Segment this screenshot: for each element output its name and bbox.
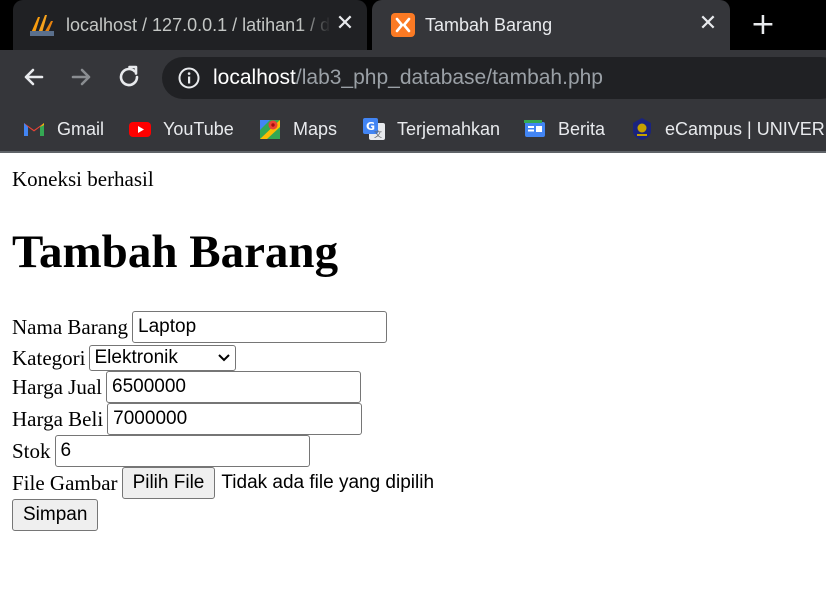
file-gambar-row: File Gambar Pilih File Tidak ada file ya… [12, 467, 434, 499]
harga-beli-label: Harga Beli [12, 406, 104, 431]
file-status-text: Tidak ada file yang dipilih [221, 472, 435, 493]
bookmark-label: Maps [293, 118, 338, 139]
bookmark-gmail[interactable]: Gmail [22, 117, 104, 141]
bookmark-ecampus[interactable]: eCampus | UNIVER... [630, 117, 826, 141]
page-title: Tambah Barang [12, 226, 339, 278]
nama-barang-input[interactable]: Laptop [132, 311, 388, 343]
new-tab-plus-icon[interactable]: + [748, 10, 778, 40]
submit-row: Simpan [12, 499, 99, 531]
bookmarks-bar: Gmail YouTube Maps G 文 Terjemahkan Berit… [0, 105, 826, 153]
bookmark-label: Gmail [57, 118, 105, 139]
harga-jual-value: 6500000 [112, 376, 186, 397]
harga-jual-row: Harga Jual 6500000 [12, 371, 361, 403]
back-arrow-icon[interactable] [20, 63, 48, 91]
news-icon [524, 120, 545, 137]
browser-toolbar: localhost/lab3_php_database/tambah.php [0, 50, 826, 105]
bookmark-label: YouTube [163, 118, 234, 139]
gmail-icon [24, 123, 44, 136]
bookmark-label: Terjemahkan [397, 118, 501, 139]
stok-value: 6 [60, 440, 72, 461]
bookmark-terjemahkan[interactable]: G 文 Terjemahkan [362, 117, 500, 141]
stok-row: Stok 6 [12, 435, 310, 467]
close-icon[interactable]: ✕ [698, 13, 718, 35]
harga-jual-input[interactable]: 6500000 [106, 371, 361, 403]
harga-jual-label: Harga Jual [12, 374, 102, 399]
chevron-down-icon [218, 354, 231, 362]
nama-barang-label: Nama Barang [12, 314, 129, 339]
bookmark-label: eCampus | UNIVER... [665, 118, 826, 139]
address-bar[interactable]: localhost/lab3_php_database/tambah.php [162, 57, 826, 99]
phpmyadmin-icon [30, 15, 54, 36]
tab-tambah-barang[interactable]: Tambah Barang ✕ [372, 0, 730, 50]
kategori-row: Kategori Elektronik [12, 345, 237, 371]
tab-strip: localhost / 127.0.0.1 / latihan1 / data_… [0, 0, 826, 50]
nama-barang-row: Nama Barang Laptop [12, 311, 388, 343]
kategori-select[interactable]: Elektronik [89, 345, 237, 371]
bookmark-label: Berita [558, 118, 606, 139]
nama-barang-value: Laptop [138, 316, 197, 337]
file-gambar-label: File Gambar [12, 470, 118, 495]
bookmark-berita[interactable]: Berita [523, 117, 605, 141]
url-text: localhost/lab3_php_database/tambah.php [213, 66, 603, 90]
close-icon[interactable]: ✕ [335, 13, 355, 35]
connection-status: Koneksi berhasil [12, 167, 154, 191]
url-host: localhost [213, 66, 296, 89]
kategori-value: Elektronik [94, 347, 178, 368]
youtube-icon [129, 122, 151, 137]
url-path: /lab3_php_database/tambah.php [295, 66, 603, 89]
ecampus-icon [633, 118, 651, 140]
choose-file-button[interactable]: Pilih File [121, 467, 216, 499]
simpan-button[interactable]: Simpan [12, 499, 99, 531]
harga-beli-input[interactable]: 7000000 [107, 403, 363, 435]
info-icon[interactable] [178, 67, 200, 89]
kategori-label: Kategori [12, 345, 86, 370]
forward-arrow-icon[interactable] [67, 63, 95, 91]
svg-text:文: 文 [374, 129, 382, 139]
translate-icon: G 文 [363, 118, 385, 140]
tab-title: Tambah Barang [425, 15, 553, 35]
stok-input[interactable]: 6 [54, 435, 310, 467]
stok-label: Stok [12, 438, 51, 463]
bookmark-maps[interactable]: Maps [258, 117, 337, 141]
harga-beli-row: Harga Beli 7000000 [12, 403, 363, 435]
reload-icon[interactable] [115, 63, 143, 91]
xampp-icon [391, 13, 415, 37]
maps-icon [260, 120, 280, 139]
tab-title: localhost / 127.0.0.1 / latihan1 / data_… [66, 15, 331, 35]
tab-phpmyadmin[interactable]: localhost / 127.0.0.1 / latihan1 / data_… [13, 0, 367, 50]
harga-beli-value: 7000000 [113, 408, 188, 429]
bookmark-youtube[interactable]: YouTube [128, 117, 234, 141]
